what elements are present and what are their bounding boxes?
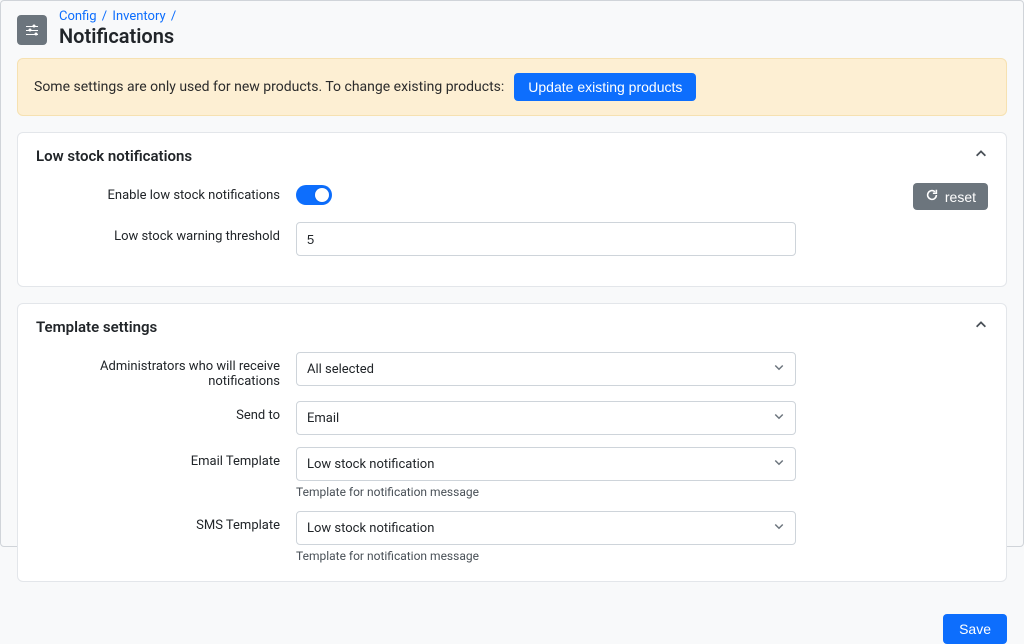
chevron-down-icon [773,520,785,536]
breadcrumb-sep: / [102,9,107,24]
send-to-label: Send to [36,401,296,423]
admins-label: Administrators who will receive notifica… [36,352,296,389]
admins-select[interactable]: All selected [296,352,796,386]
breadcrumb-sep: / [171,9,176,24]
refresh-icon [925,188,939,205]
footer: Save [1,614,1023,644]
panel-template-settings: Template settings Administrators who wil… [17,303,1007,582]
panel-low-stock-title: Low stock notifications [36,147,192,165]
panel-low-stock-header[interactable]: Low stock notifications [18,133,1006,173]
send-to-value: Email [307,411,339,426]
enable-notifications-label: Enable low stock notifications [36,181,296,203]
notice-text: Some settings are only used for new prod… [34,79,504,95]
threshold-input[interactable] [296,222,796,256]
notice-banner: Some settings are only used for new prod… [17,58,1007,116]
panel-low-stock: Low stock notifications Enable low stock… [17,132,1007,287]
sms-template-label: SMS Template [36,511,296,533]
enable-notifications-toggle[interactable] [296,185,332,205]
update-existing-products-button[interactable]: Update existing products [514,73,696,101]
admins-value: All selected [307,362,374,377]
reset-button-label: reset [945,189,976,205]
chevron-up-icon [974,147,988,165]
page-title: Notifications [59,24,178,48]
email-template-value: Low stock notification [307,457,434,472]
chevron-up-icon [974,318,988,336]
chevron-down-icon [773,410,785,426]
email-template-select[interactable]: Low stock notification [296,447,796,481]
send-to-select[interactable]: Email [296,401,796,435]
sliders-icon [17,15,47,45]
panel-template-title: Template settings [36,318,157,336]
save-button[interactable]: Save [943,614,1007,644]
sms-template-value: Low stock notification [307,521,434,536]
breadcrumb-config[interactable]: Config [59,9,97,24]
panel-template-header[interactable]: Template settings [18,304,1006,344]
page-header: Config / Inventory / Notifications [1,1,1023,58]
chevron-down-icon [773,361,785,377]
threshold-label: Low stock warning threshold [36,222,296,244]
email-template-label: Email Template [36,447,296,469]
sms-template-select[interactable]: Low stock notification [296,511,796,545]
reset-button[interactable]: reset [913,183,988,210]
sms-template-help: Template for notification message [296,549,796,563]
breadcrumb-inventory[interactable]: Inventory [112,9,165,24]
chevron-down-icon [773,456,785,472]
breadcrumb: Config / Inventory / [59,9,178,24]
email-template-help: Template for notification message [296,485,796,499]
